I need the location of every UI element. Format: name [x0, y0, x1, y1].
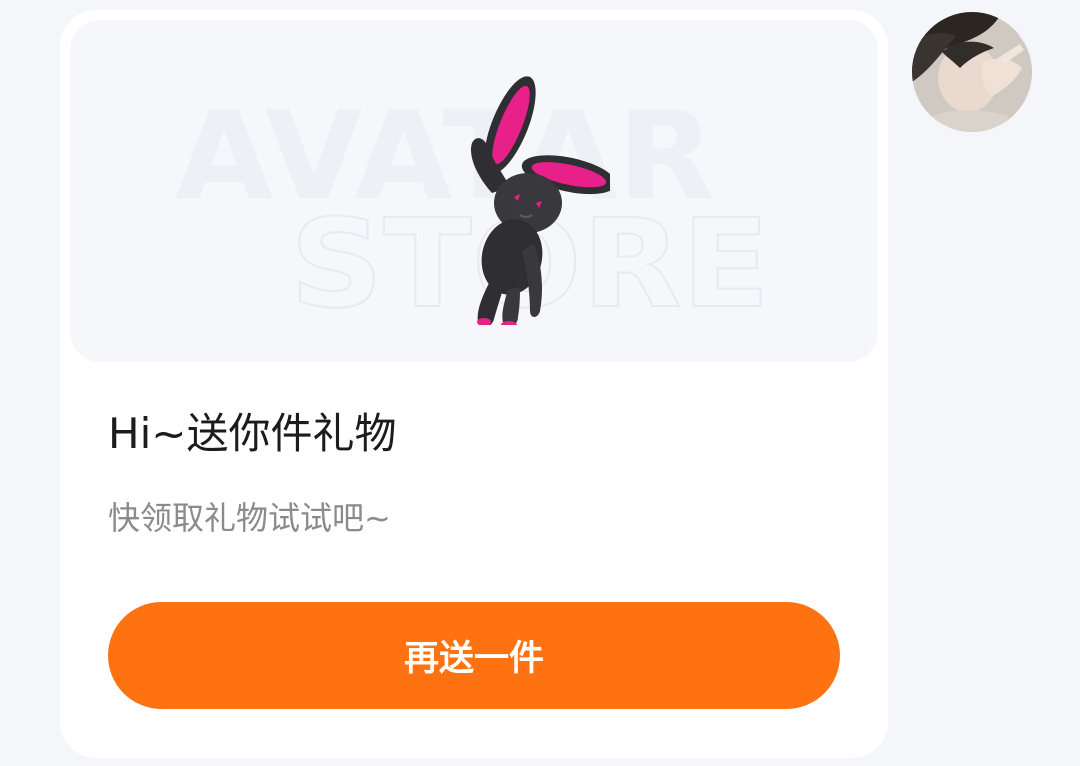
- gift-subtitle: 快领取礼物试试吧~: [108, 499, 391, 537]
- avatar-photo: [912, 12, 1032, 132]
- gift-banner: AVATAR STORE: [70, 20, 878, 362]
- gift-message-card[interactable]: AVATAR STORE: [60, 10, 888, 758]
- chat-screen: AVATAR STORE: [0, 0, 1080, 766]
- plush-rabbit-icon: [470, 76, 610, 325]
- send-another-button[interactable]: 再送一件: [108, 602, 840, 709]
- user-avatar[interactable]: [912, 12, 1032, 132]
- gift-title: Hi~送你件礼物: [108, 409, 397, 458]
